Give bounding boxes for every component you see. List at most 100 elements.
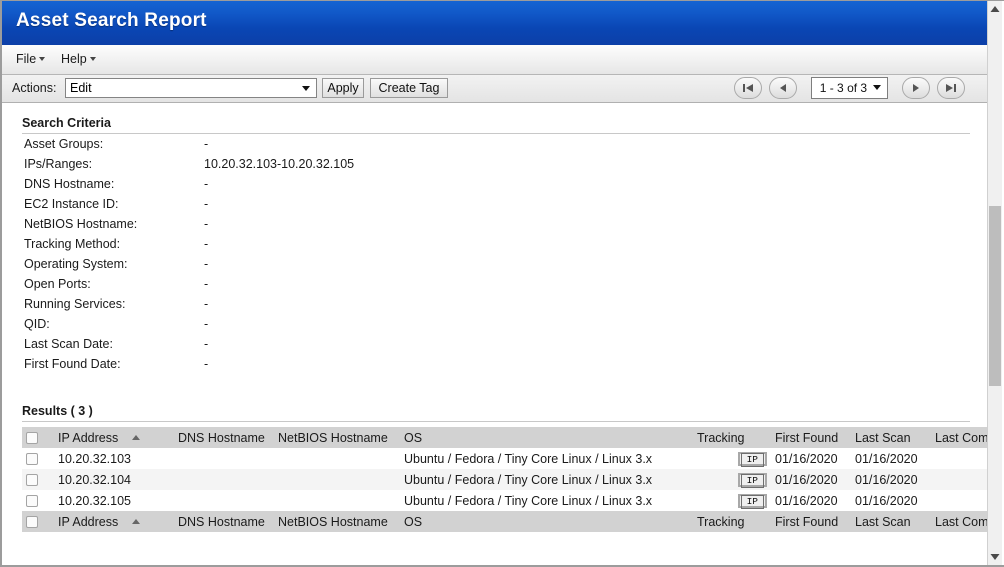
cell-netbios-hostname	[274, 469, 400, 490]
criteria-label: EC2 Instance ID:	[24, 197, 119, 211]
column-header-first-found[interactable]: First Found	[771, 427, 851, 448]
footer-column-tracking[interactable]: Tracking	[693, 511, 771, 532]
chevron-down-icon	[302, 86, 310, 91]
row-select-cell	[22, 448, 54, 469]
column-header-last-scan[interactable]: Last Scan	[851, 427, 931, 448]
criteria-value: -	[204, 237, 209, 251]
criteria-label: IPs/Ranges:	[24, 157, 93, 171]
table-row[interactable]: 10.20.32.105 Ubuntu / Fedora / Tiny Core…	[22, 490, 988, 511]
criteria-label: Operating System:	[24, 257, 128, 271]
cell-netbios-hostname	[274, 448, 400, 469]
criteria-value: -	[204, 337, 209, 351]
vertical-scrollbar[interactable]	[987, 1, 1002, 565]
footer-column-ip-address[interactable]: IP Address	[54, 511, 174, 532]
criteria-row: Running Services: -	[2, 297, 988, 317]
search-criteria-divider	[22, 133, 970, 134]
search-criteria-heading: Search Criteria	[22, 116, 111, 130]
cell-tracking: IP	[693, 490, 771, 511]
next-page-button[interactable]	[901, 77, 930, 99]
table-row[interactable]: 10.20.32.104 Ubuntu / Fedora / Tiny Core…	[22, 469, 988, 490]
triangle-up-icon	[990, 6, 1000, 12]
cell-os: Ubuntu / Fedora / Tiny Core Linux / Linu…	[400, 490, 693, 511]
table-header-row: IP Address DNS Hostname NetBIOS Hostname…	[22, 427, 988, 448]
table-row[interactable]: 10.20.32.103 Ubuntu / Fedora / Tiny Core…	[22, 448, 988, 469]
criteria-label: Last Scan Date:	[24, 337, 113, 351]
actions-select-value: Edit	[70, 81, 92, 95]
criteria-label: QID:	[24, 317, 50, 331]
cell-os: Ubuntu / Fedora / Tiny Core Linux / Linu…	[400, 448, 693, 469]
column-header-os[interactable]: OS	[400, 427, 693, 448]
actions-label: Actions:	[12, 81, 57, 95]
criteria-row: Tracking Method: -	[2, 237, 988, 257]
criteria-row: NetBIOS Hostname: -	[2, 217, 988, 237]
criteria-value: -	[204, 277, 209, 291]
search-criteria-list: Asset Groups: - IPs/Ranges: 10.20.32.103…	[2, 137, 988, 377]
page-title: Asset Search Report	[16, 10, 207, 31]
criteria-label: Tracking Method:	[24, 237, 121, 251]
criteria-label: Asset Groups:	[24, 137, 104, 151]
row-checkbox[interactable]	[26, 494, 38, 507]
menu-help-label: Help	[61, 52, 87, 66]
page-range-label: 1 - 3 of 3	[819, 81, 868, 95]
previous-page-button[interactable]	[769, 77, 798, 99]
menu-help[interactable]: Help	[58, 51, 99, 67]
criteria-value: -	[204, 197, 209, 211]
results-heading: Results ( 3 )	[22, 404, 93, 418]
pagination-controls: 1 - 3 of 3	[733, 77, 968, 101]
menu-bar: File Help	[2, 45, 988, 75]
footer-column-dns-hostname[interactable]: DNS Hostname	[174, 511, 274, 532]
column-header-dns-hostname[interactable]: DNS Hostname	[174, 427, 274, 448]
footer-column-last-scan[interactable]: Last Scan	[851, 511, 931, 532]
criteria-row: Last Scan Date: -	[2, 337, 988, 357]
tracking-method-badge: IP	[737, 452, 767, 467]
criteria-label: Running Services:	[24, 297, 126, 311]
criteria-row: Asset Groups: -	[2, 137, 988, 157]
actions-select[interactable]: Edit	[65, 78, 317, 98]
chevron-down-icon	[39, 57, 46, 61]
footer-column-last-compliance-scan[interactable]: Last Compliance Scan	[931, 511, 988, 532]
footer-column-os[interactable]: OS	[400, 511, 693, 532]
criteria-row: First Found Date: -	[2, 357, 988, 377]
cell-first-found: 01/16/2020	[771, 469, 851, 490]
chevron-down-icon	[89, 57, 96, 61]
column-header-last-compliance-scan[interactable]: Last Compliance Scan	[931, 427, 988, 448]
row-checkbox[interactable]	[26, 452, 38, 465]
menu-file[interactable]: File	[13, 51, 48, 67]
cell-first-found: 01/16/2020	[771, 448, 851, 469]
tracking-method-label: IP	[740, 495, 764, 509]
footer-column-netbios-hostname[interactable]: NetBIOS Hostname	[274, 511, 400, 532]
select-all-checkbox-footer[interactable]	[26, 515, 38, 528]
row-checkbox[interactable]	[26, 473, 38, 486]
row-select-cell	[22, 490, 54, 511]
column-header-tracking[interactable]: Tracking	[693, 427, 771, 448]
cell-ip-address: 10.20.32.105	[54, 490, 174, 511]
cell-last-scan: 01/16/2020	[851, 490, 931, 511]
criteria-value: -	[204, 297, 209, 311]
select-all-checkbox[interactable]	[26, 431, 38, 444]
results-table: IP Address DNS Hostname NetBIOS Hostname…	[22, 427, 988, 532]
scroll-up-button[interactable]	[988, 1, 1002, 17]
footer-column-first-found[interactable]: First Found	[771, 511, 851, 532]
criteria-value: -	[204, 217, 209, 231]
criteria-value: -	[204, 137, 209, 151]
results-divider	[22, 421, 970, 422]
create-tag-button[interactable]: Create Tag	[370, 78, 448, 98]
next-page-icon	[912, 84, 919, 92]
apply-button[interactable]: Apply	[322, 78, 364, 98]
tracking-method-label: IP	[740, 453, 764, 467]
actions-toolbar: Actions: Edit Apply Create Tag 1 - 3 of …	[2, 75, 988, 103]
sort-ascending-icon	[132, 518, 141, 524]
page-range-selector[interactable]: 1 - 3 of 3	[810, 77, 889, 99]
column-header-netbios-hostname[interactable]: NetBIOS Hostname	[274, 427, 400, 448]
cell-last-compliance-scan	[931, 448, 988, 469]
scrollbar-thumb[interactable]	[989, 206, 1001, 386]
criteria-label: DNS Hostname:	[24, 177, 115, 191]
first-page-button[interactable]	[733, 77, 762, 99]
criteria-row: Open Ports: -	[2, 277, 988, 297]
cell-tracking: IP	[693, 469, 771, 490]
last-page-button[interactable]	[937, 77, 965, 99]
scroll-down-button[interactable]	[988, 549, 1002, 565]
first-page-icon	[742, 84, 753, 92]
column-header-ip-address[interactable]: IP Address	[54, 427, 174, 448]
chevron-down-icon	[873, 85, 882, 90]
